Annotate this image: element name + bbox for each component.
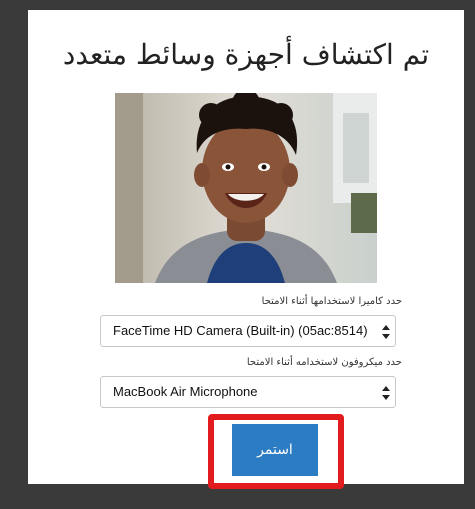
camera-preview-image	[115, 93, 377, 283]
microphone-select-label: حدد ميكروفون لاستخدامه أثناء الامتحا	[246, 357, 402, 368]
camera-preview	[115, 93, 377, 283]
camera-select[interactable]: FaceTime HD Camera (Built-in) (05ac:8514…	[100, 315, 396, 347]
media-devices-dialog: تم اكتشاف أجهزة وسائط متعدد حدد كاميرا ل…	[28, 10, 464, 489]
camera-select-value: FaceTime HD Camera (Built-in) (05ac:8514…	[113, 323, 368, 338]
continue-button[interactable]: استمر	[232, 424, 318, 476]
camera-select-label: حدد كاميرا لاستخدامها أثناء الامتحا	[261, 296, 402, 307]
microphone-select[interactable]: MacBook Air Microphone	[100, 376, 396, 408]
microphone-select-value: MacBook Air Microphone	[113, 384, 258, 399]
select-arrows-icon	[382, 325, 390, 339]
select-arrows-icon	[382, 386, 390, 400]
screenshot-frame: تم اكتشاف أجهزة وسائط متعدد حدد كاميرا ل…	[0, 0, 475, 509]
dialog-title: تم اكتشاف أجهزة وسائط متعدد	[62, 38, 430, 71]
